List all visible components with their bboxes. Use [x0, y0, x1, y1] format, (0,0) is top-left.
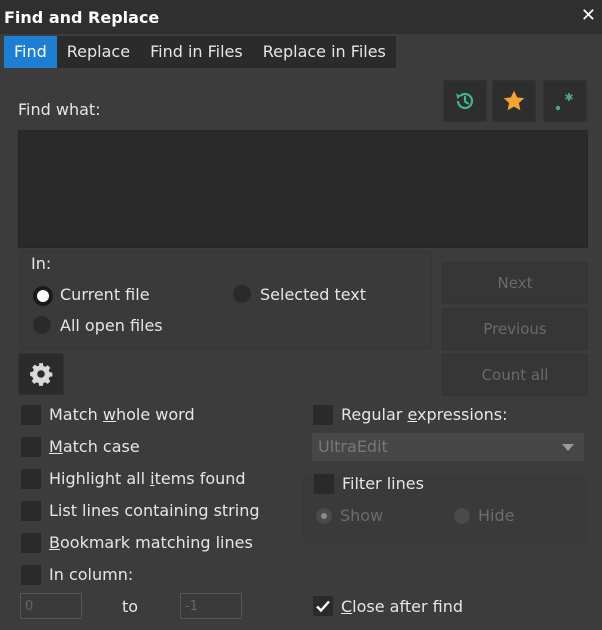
history-button[interactable] [443, 80, 487, 122]
regex-icon [555, 93, 573, 111]
star-icon [503, 90, 525, 111]
radio-all-open-files[interactable] [33, 316, 51, 334]
radio-show[interactable] [316, 508, 332, 524]
selected-text-label: Selected text [260, 285, 367, 304]
next-button[interactable]: Next [442, 262, 588, 304]
in-column-label: In column: [49, 565, 134, 584]
title-bar: Find and Replace ✕ [0, 0, 602, 34]
highlight-all-checkbox[interactable] [21, 469, 41, 489]
dialog-title: Find and Replace [4, 8, 160, 27]
find-what-input[interactable] [18, 130, 588, 248]
current-file-label: Current file [60, 285, 150, 304]
tab-find-in-files[interactable]: Find in Files [140, 36, 253, 68]
close-icon[interactable]: ✕ [581, 5, 596, 26]
previous-button[interactable]: Previous [442, 308, 588, 350]
radio-selected-text[interactable] [233, 285, 251, 303]
bookmark-lines-checkbox[interactable] [21, 533, 41, 553]
chevron-down-icon [562, 444, 574, 451]
find-what-label: Find what: [18, 100, 101, 119]
match-case-checkbox[interactable] [21, 437, 41, 457]
highlight-all-label: Highlight all items found [49, 469, 246, 488]
match-whole-word-checkbox[interactable] [21, 405, 41, 425]
radio-current-file[interactable] [33, 286, 53, 306]
settings-button[interactable] [18, 353, 64, 395]
hide-label: Hide [478, 506, 515, 525]
tab-bar: Find Replace Find in Files Replace in Fi… [4, 36, 396, 68]
find-replace-dialog: Find and Replace ✕ Find Replace Find in … [0, 0, 602, 630]
favorites-button[interactable] [492, 80, 536, 122]
tab-replace[interactable]: Replace [57, 36, 140, 68]
match-whole-word-label: Match whole word [49, 405, 195, 424]
regex-engine-select[interactable]: UltraEdit [312, 433, 584, 461]
bookmark-lines-label: Bookmark matching lines [49, 533, 253, 552]
checkmark-icon [316, 600, 330, 613]
count-all-button[interactable]: Count all [442, 354, 588, 396]
in-label: In: [31, 254, 52, 273]
in-column-checkbox[interactable] [21, 565, 41, 585]
all-open-files-label: All open files [60, 316, 163, 335]
gear-icon [30, 363, 53, 386]
close-after-find-checkbox[interactable] [313, 596, 333, 616]
close-after-find-label: Close after find [341, 597, 463, 616]
tab-find[interactable]: Find [4, 36, 57, 68]
tab-replace-in-files[interactable]: Replace in Files [253, 36, 396, 68]
show-label: Show [340, 506, 384, 525]
column-to-input[interactable]: -1 [180, 593, 242, 619]
radio-hide[interactable] [454, 508, 470, 524]
list-lines-checkbox[interactable] [21, 501, 41, 521]
filter-lines-checkbox[interactable] [314, 474, 334, 494]
regex-engine-value: UltraEdit [318, 437, 388, 456]
regex-builder-button[interactable] [543, 80, 587, 122]
search-scope-group: In: Current file Selected text All open … [20, 251, 432, 349]
regular-expressions-checkbox[interactable] [313, 405, 333, 425]
history-icon [456, 92, 474, 110]
to-label: to [122, 597, 139, 616]
column-from-input[interactable]: 0 [20, 593, 82, 619]
filter-lines-group: Filter lines Show Hide [303, 474, 587, 542]
filter-lines-label: Filter lines [342, 474, 424, 493]
list-lines-label: List lines containing string [49, 501, 260, 520]
regular-expressions-label: Regular expressions: [341, 405, 508, 424]
match-case-label: Match case [49, 437, 140, 456]
